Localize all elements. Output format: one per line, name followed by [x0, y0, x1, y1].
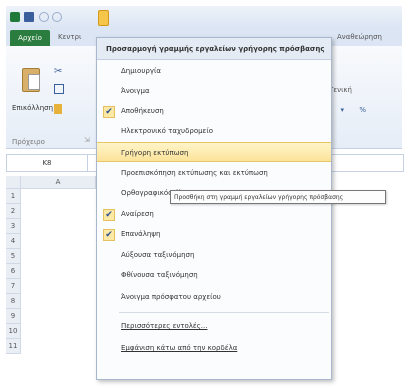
redo-icon[interactable] [52, 12, 62, 22]
menu-item-sort-ascending[interactable]: Αύξουσα ταξινόμηση [97, 245, 331, 265]
clipboard-group-label: Πρόχειρο [12, 138, 45, 146]
paste-button-label[interactable]: Επικόλληση [12, 104, 53, 112]
column-header-a[interactable]: A [21, 176, 96, 189]
menu-item-label: Φθίνουσα ταξινόμηση [121, 271, 198, 279]
menu-item-label: Άνοιγμα [121, 87, 150, 95]
menu-item-label: Γρήγορη εκτύπωση [121, 149, 189, 157]
row-header[interactable]: 9 [6, 309, 21, 324]
menu-item-quick-print[interactable]: Γρήγορη εκτύπωση [97, 142, 331, 162]
tab-file[interactable]: Αρχείο [10, 30, 50, 46]
menu-item-new[interactable]: Δημιουργία [97, 61, 331, 81]
customize-qat-button[interactable] [98, 10, 109, 26]
tab-review[interactable]: Αναθεώρηση [337, 33, 382, 41]
checkmark-icon: ✔ [103, 106, 115, 118]
menu-item-open[interactable]: Άνοιγμα [97, 81, 331, 101]
row-header[interactable]: 6 [6, 264, 21, 279]
menu-item-label: Αύξουσα ταξινόμηση [121, 251, 195, 259]
customize-qat-menu: Προσαρμογή γραμμής εργαλείων γρήγορης πρ… [96, 37, 332, 380]
copy-icon[interactable] [54, 84, 64, 94]
undo-icon[interactable] [39, 12, 49, 22]
menu-title: Προσαρμογή γραμμής εργαλείων γρήγορης πρ… [97, 38, 331, 60]
menu-item-open-recent[interactable]: Άνοιγμα πρόσφατου αρχείου [97, 287, 331, 307]
menu-item-label: Αναίρεση [121, 210, 154, 218]
dialog-launcher-icon[interactable]: ⇲ [84, 136, 90, 144]
checkmark-icon: ✔ [103, 209, 115, 221]
tooltip: Προσθήκη στη γραμμή εργαλείων γρήγορης π… [170, 190, 386, 204]
menu-item-email[interactable]: Ηλεκτρονικό ταχυδρομείο [97, 121, 331, 141]
row-header[interactable]: 5 [6, 249, 21, 264]
menu-separator [119, 312, 329, 313]
save-icon[interactable] [24, 12, 34, 22]
number-format-label[interactable]: Γενική [329, 86, 352, 94]
row-header[interactable]: 4 [6, 234, 21, 249]
excel-icon [10, 12, 20, 22]
name-box[interactable]: K8 [7, 155, 88, 171]
menu-item-label: Άνοιγμα πρόσφατου αρχείου [121, 293, 221, 301]
row-header[interactable]: 1 [6, 189, 21, 204]
checkmark-icon: ✔ [103, 229, 115, 241]
menu-item-redo[interactable]: ✔ Επανάληψη [97, 224, 331, 244]
row-header[interactable]: 10 [6, 324, 21, 339]
menu-item-label: Δημιουργία [121, 67, 161, 75]
format-painter-icon[interactable] [54, 104, 62, 114]
menu-item-label: Προεπισκόπηση εκτύπωσης και εκτύπωση [121, 169, 268, 177]
menu-item-label: Επανάληψη [121, 230, 161, 238]
menu-item-sort-descending[interactable]: Φθίνουσα ταξινόμηση [97, 265, 331, 285]
row-header[interactable]: 8 [6, 294, 21, 309]
tab-home[interactable]: Κεντρι [58, 33, 81, 41]
menu-item-label: Αποθήκευση [121, 107, 164, 115]
menu-item-more-commands[interactable]: Περισσότερες εντολές... [97, 316, 331, 336]
paste-paper-icon [28, 74, 40, 90]
menu-item-print-preview[interactable]: Προεπισκόπηση εκτύπωσης και εκτύπωση [97, 163, 331, 183]
menu-item-undo[interactable]: ✔ Αναίρεση [97, 204, 331, 224]
cut-icon[interactable]: ✂ [54, 66, 62, 77]
percent-icon[interactable]: % [359, 106, 366, 114]
select-all-corner[interactable] [6, 176, 21, 189]
menu-item-label: Ηλεκτρονικό ταχυδρομείο [121, 127, 213, 135]
row-header[interactable]: 3 [6, 219, 21, 234]
currency-icon[interactable]: ▾ [340, 106, 344, 114]
row-header[interactable]: 11 [6, 339, 21, 354]
title-bar [6, 6, 402, 28]
menu-item-show-below-ribbon[interactable]: Εμφάνιση κάτω από την κορδέλα [97, 338, 331, 358]
menu-item-save[interactable]: ✔ Αποθήκευση [97, 101, 331, 121]
row-header[interactable]: 2 [6, 204, 21, 219]
row-header[interactable]: 7 [6, 279, 21, 294]
